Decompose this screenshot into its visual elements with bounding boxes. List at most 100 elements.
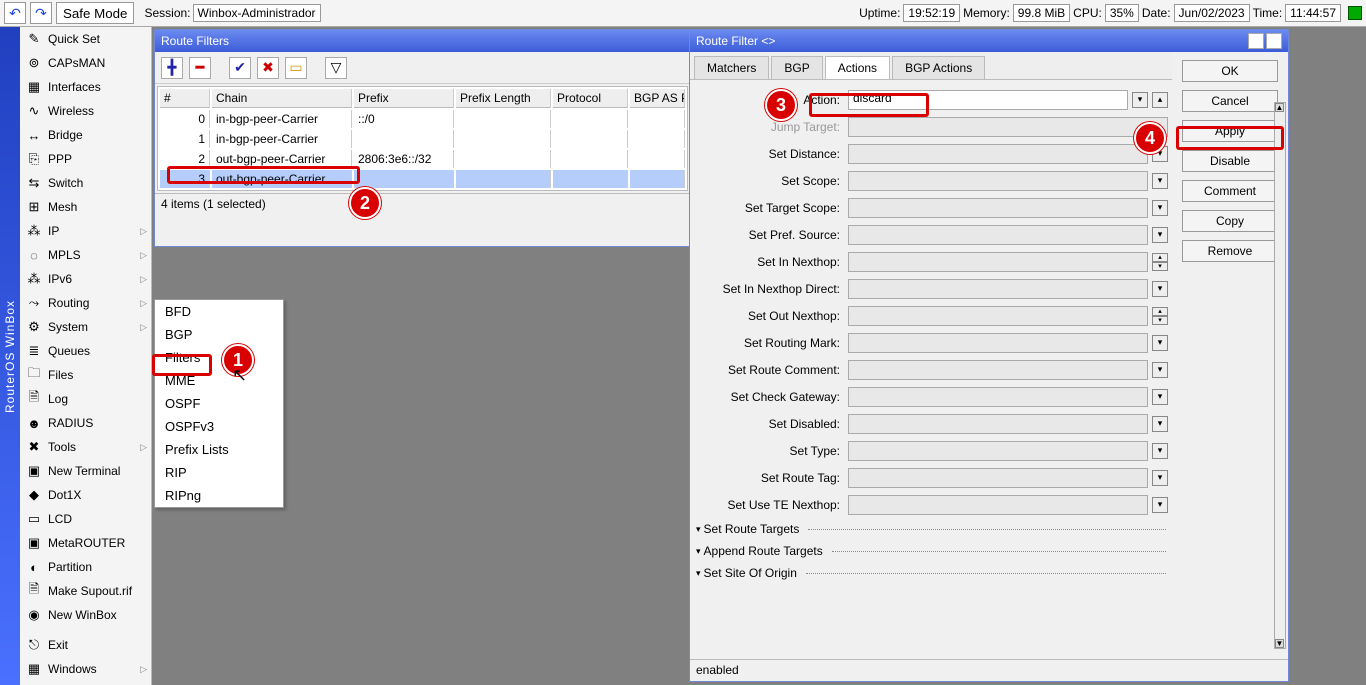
sidebar-item-quick-set[interactable]: ✎Quick Set	[20, 27, 151, 51]
redo-button[interactable]: ↷	[30, 2, 52, 24]
chevron-down-icon[interactable]: ▾	[1132, 92, 1148, 108]
submenu-item-filters[interactable]: Filters	[155, 346, 283, 369]
column-header[interactable]: Prefix	[354, 89, 454, 108]
column-header[interactable]: Prefix Length	[456, 89, 551, 108]
up-icon[interactable]: ▴	[1152, 92, 1168, 108]
status-led-icon	[1348, 6, 1362, 20]
collapse-section[interactable]: ▾ Set Route Targets	[694, 518, 1168, 540]
ok-button[interactable]: OK	[1182, 60, 1278, 82]
chevron-down-icon[interactable]: ▾	[1152, 200, 1168, 216]
chevron-down-icon[interactable]: ▾	[1152, 227, 1168, 243]
comment-button[interactable]: Comment	[1182, 180, 1278, 202]
copy-button[interactable]: Copy	[1182, 210, 1278, 232]
submenu-item-ospfv3[interactable]: OSPFv3	[155, 415, 283, 438]
chevron-down-icon[interactable]: ▾	[1152, 470, 1168, 486]
close-icon[interactable]: ✕	[1266, 33, 1282, 49]
chevron-down-icon[interactable]: ▾	[1152, 362, 1168, 378]
up-icon[interactable]: ▴	[1152, 307, 1168, 316]
sidebar-item-lcd[interactable]: ▭LCD	[20, 507, 151, 531]
down-icon[interactable]: ▾	[1152, 316, 1168, 325]
sidebar-item-queues[interactable]: ≣Queues	[20, 339, 151, 363]
sidebar-item-radius[interactable]: ☻RADIUS	[20, 411, 151, 435]
column-header[interactable]: BGP AS P	[630, 89, 685, 108]
tab-bgp[interactable]: BGP	[771, 56, 822, 79]
sidebar-item-ppp[interactable]: ⎘PPP	[20, 147, 151, 171]
down-icon[interactable]: ▾	[1152, 262, 1168, 271]
table-row[interactable]: 1in-bgp-peer-Carrier	[160, 130, 685, 148]
sidebar-icon: 🗎	[26, 583, 42, 599]
table-row[interactable]: 0in-bgp-peer-Carrier::/0	[160, 110, 685, 128]
tab-matchers[interactable]: Matchers	[694, 56, 769, 79]
comment-button[interactable]: ▭	[285, 57, 307, 79]
submenu-item-rip[interactable]: RIP	[155, 461, 283, 484]
sidebar-item-wireless[interactable]: ∿Wireless	[20, 99, 151, 123]
dialog-buttons: OK Cancel Apply Disable Comment Copy Remove ▲ …	[1172, 52, 1288, 659]
add-button[interactable]: ╋	[161, 57, 183, 79]
cancel-button[interactable]: Cancel	[1182, 90, 1278, 112]
sidebar-item-new-terminal[interactable]: ▣New Terminal	[20, 459, 151, 483]
sidebar-item-capsman[interactable]: ⊚CAPsMAN	[20, 51, 151, 75]
sidebar-item-mesh[interactable]: ⊞Mesh	[20, 195, 151, 219]
sidebar-label: Dot1X	[48, 488, 81, 502]
tab-actions[interactable]: Actions	[825, 56, 890, 79]
minimize-icon[interactable]: ▭	[1248, 33, 1264, 49]
sidebar-item-interfaces[interactable]: ▦Interfaces	[20, 75, 151, 99]
submenu-item-bgp[interactable]: BGP	[155, 323, 283, 346]
column-header[interactable]: Protocol	[553, 89, 628, 108]
chevron-down-icon[interactable]: ▾	[1152, 146, 1168, 162]
sidebar-item-windows[interactable]: ▦Windows▷	[20, 657, 151, 681]
sidebar-item-ip[interactable]: ⁂IP▷	[20, 219, 151, 243]
collapse-section[interactable]: ▾ Append Route Targets	[694, 540, 1168, 562]
route-filters-table[interactable]: #ChainPrefixPrefix LengthProtocolBGP AS …	[157, 86, 688, 191]
sidebar-item-exit[interactable]: ⎋Exit	[20, 633, 151, 657]
table-row[interactable]: 3out-bgp-peer-Carrier	[160, 170, 685, 188]
sidebar-item-routing[interactable]: ⤳Routing▷	[20, 291, 151, 315]
chevron-right-icon: ▷	[140, 664, 147, 675]
submenu-item-prefix-lists[interactable]: Prefix Lists	[155, 438, 283, 461]
undo-button[interactable]: ↶	[4, 2, 26, 24]
sidebar-item-files[interactable]: 🗀Files	[20, 363, 151, 387]
up-icon[interactable]: ▴	[1152, 253, 1168, 262]
sidebar-item-log[interactable]: 🗎Log	[20, 387, 151, 411]
tab-bgp-actions[interactable]: BGP Actions	[892, 56, 985, 79]
sidebar-item-metarouter[interactable]: ▣MetaROUTER	[20, 531, 151, 555]
table-row[interactable]: 2out-bgp-peer-Carrier2806:3e6::/32	[160, 150, 685, 168]
filter-button[interactable]: ▽	[325, 57, 347, 79]
disable-button[interactable]: ✖	[257, 57, 279, 79]
chevron-down-icon[interactable]: ▾	[1152, 497, 1168, 513]
sidebar-item-mpls[interactable]: ◌MPLS▷	[20, 243, 151, 267]
sidebar-item-ipv6[interactable]: ⁂IPv6▷	[20, 267, 151, 291]
chevron-down-icon[interactable]: ▾	[1152, 281, 1168, 297]
route-filter-dialog-title[interactable]: Route Filter <> ▭ ✕	[690, 30, 1288, 52]
chevron-down-icon[interactable]: ▾	[1152, 173, 1168, 189]
sidebar-item-partition[interactable]: ◐Partition	[20, 555, 151, 579]
submenu-item-ripng[interactable]: RIPng	[155, 484, 283, 507]
submenu-item-mme[interactable]: MME	[155, 369, 283, 392]
sidebar-item-tools[interactable]: ✖Tools▷	[20, 435, 151, 459]
disable-button[interactable]: Disable	[1182, 150, 1278, 172]
remove-button[interactable]: Remove	[1182, 240, 1278, 262]
sidebar-item-make-supout-rif[interactable]: 🗎Make Supout.rif	[20, 579, 151, 603]
collapse-section[interactable]: ▾ Set Site Of Origin	[694, 562, 1168, 584]
submenu-item-bfd[interactable]: BFD	[155, 300, 283, 323]
column-header[interactable]: #	[160, 89, 210, 108]
safe-mode-button[interactable]: Safe Mode	[56, 2, 134, 24]
column-header[interactable]: Chain	[212, 89, 352, 108]
sidebar-item-switch[interactable]: ⇆Switch	[20, 171, 151, 195]
scrollbar[interactable]: ▲ ▼	[1274, 102, 1286, 649]
chevron-down-icon[interactable]: ▾	[1152, 416, 1168, 432]
submenu-item-ospf[interactable]: OSPF	[155, 392, 283, 415]
sidebar-item-bridge[interactable]: ↔Bridge	[20, 123, 151, 147]
chevron-down-icon[interactable]: ▾	[1152, 389, 1168, 405]
sidebar-item-new-winbox[interactable]: ◉New WinBox	[20, 603, 151, 627]
route-filters-title[interactable]: Route Filters	[155, 30, 690, 52]
apply-button[interactable]: Apply	[1182, 120, 1278, 142]
sidebar-item-system[interactable]: ⚙System▷	[20, 315, 151, 339]
sidebar-item-dot1x[interactable]: ◆Dot1X	[20, 483, 151, 507]
enable-button[interactable]: ✔	[229, 57, 251, 79]
sidebar-icon: ⎘	[26, 151, 42, 167]
chevron-down-icon[interactable]: ▾	[1152, 443, 1168, 459]
chevron-down-icon[interactable]: ▾	[1152, 335, 1168, 351]
field-input[interactable]: discard	[848, 90, 1128, 110]
remove-button[interactable]: ━	[189, 57, 211, 79]
